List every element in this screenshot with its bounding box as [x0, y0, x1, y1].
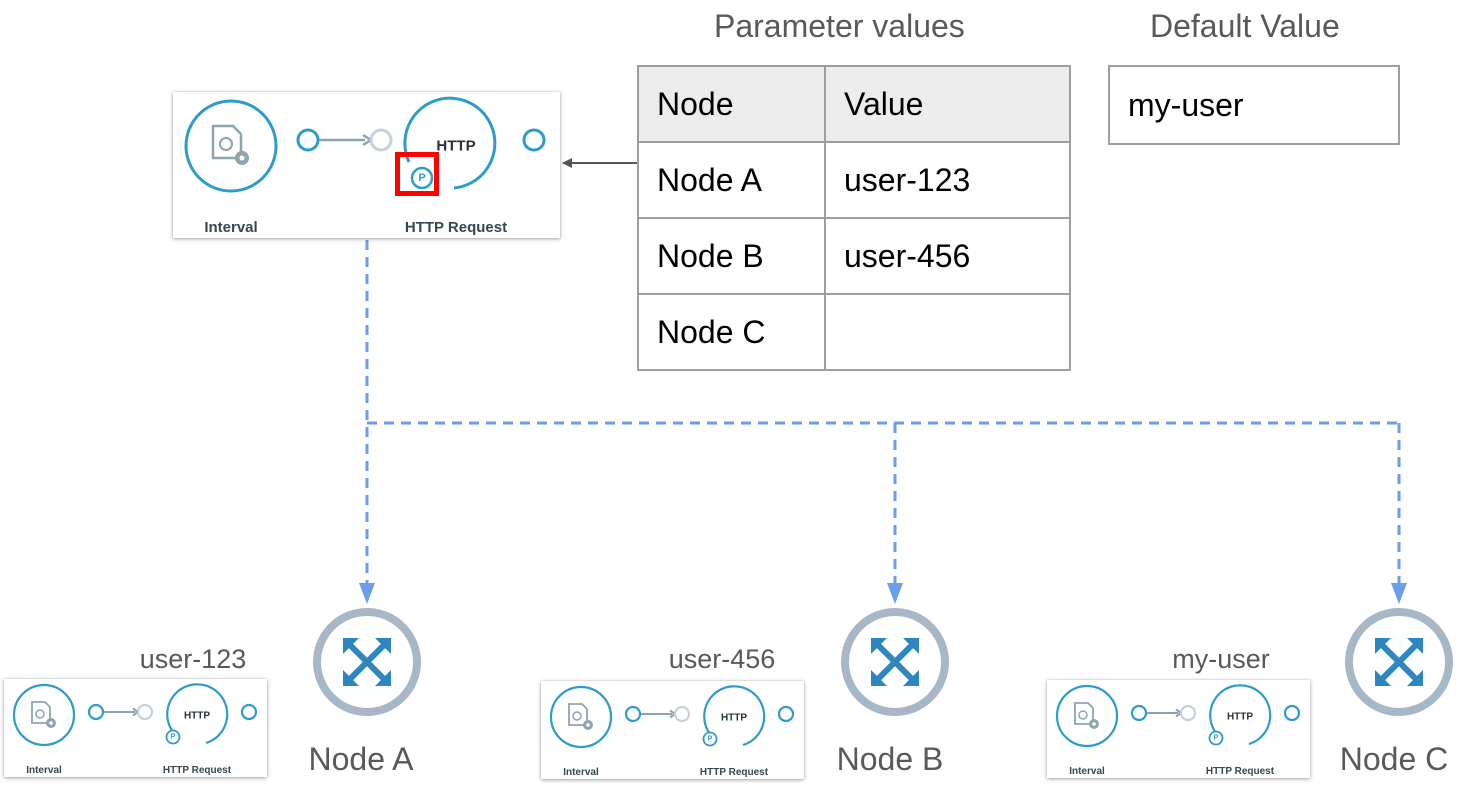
- node-a-label: Node A: [308, 741, 414, 777]
- input-port-icon[interactable]: [1179, 704, 1197, 722]
- interval-settings-icon: [549, 685, 613, 749]
- http-text: HTTP: [1226, 711, 1254, 723]
- flow-card-node-c[interactable]: HTTP P Interval HTTP Request: [1047, 680, 1310, 778]
- interval-settings-icon: [184, 99, 278, 193]
- dashed-arrowheads: [359, 583, 1407, 604]
- input-port-icon[interactable]: [673, 705, 691, 723]
- http-text: HTTP: [183, 710, 211, 722]
- input-port-icon[interactable]: [136, 703, 154, 721]
- input-port-icon[interactable]: [369, 128, 393, 152]
- cross-arrows-icon: [841, 608, 949, 716]
- node-b-label: Node B: [836, 741, 944, 777]
- parameter-highlight-box: [395, 152, 439, 196]
- flow-card-node-a[interactable]: HTTP P Interval HTTP Request: [4, 679, 267, 777]
- node-b-icon[interactable]: [839, 606, 951, 718]
- interval-label: Interval: [26, 765, 62, 776]
- interval-settings-icon: [1055, 684, 1119, 748]
- dashed-distribution-lines: [365, 240, 1401, 585]
- node-a-resolved-value: user-123: [139, 644, 247, 674]
- flow-card-node-b[interactable]: HTTP P Interval HTTP Request: [541, 681, 804, 779]
- http-request-label: HTTP Request: [404, 219, 508, 236]
- parameter-badge-text: P: [170, 733, 176, 741]
- interval-label: Interval: [1069, 766, 1105, 777]
- cross-arrows-icon: [313, 608, 421, 716]
- node-c-resolved-value: my-user: [1172, 644, 1270, 674]
- output-port-icon[interactable]: [624, 705, 642, 723]
- interval-label: Interval: [204, 219, 258, 236]
- http-request-label: HTTP Request: [162, 765, 232, 776]
- node-a-icon[interactable]: [311, 606, 423, 718]
- parameter-badge-text: P: [1213, 734, 1219, 742]
- node-c-label: Node C: [1339, 741, 1449, 777]
- http-request-label: HTTP Request: [1205, 766, 1275, 777]
- http-text: HTTP: [720, 712, 748, 724]
- output-port-icon[interactable]: [777, 705, 795, 723]
- main-flow-card[interactable]: HTTP P Interval HTTP Request: [173, 92, 560, 238]
- node-b-resolved-value: user-456: [668, 644, 776, 674]
- http-text: HTTP: [436, 137, 476, 155]
- http-request-label: HTTP Request: [699, 767, 769, 778]
- output-port-icon[interactable]: [1283, 704, 1301, 722]
- parameter-badge-text: P: [707, 735, 713, 743]
- interval-settings-icon: [12, 683, 76, 747]
- output-port-icon[interactable]: [1130, 704, 1148, 722]
- interval-label: Interval: [563, 767, 599, 778]
- node-c-icon[interactable]: [1343, 606, 1455, 718]
- output-port-icon[interactable]: [296, 128, 320, 152]
- output-port-icon[interactable]: [522, 128, 546, 152]
- output-port-icon[interactable]: [240, 703, 258, 721]
- cross-arrows-icon: [1345, 608, 1453, 716]
- output-port-icon[interactable]: [87, 703, 105, 721]
